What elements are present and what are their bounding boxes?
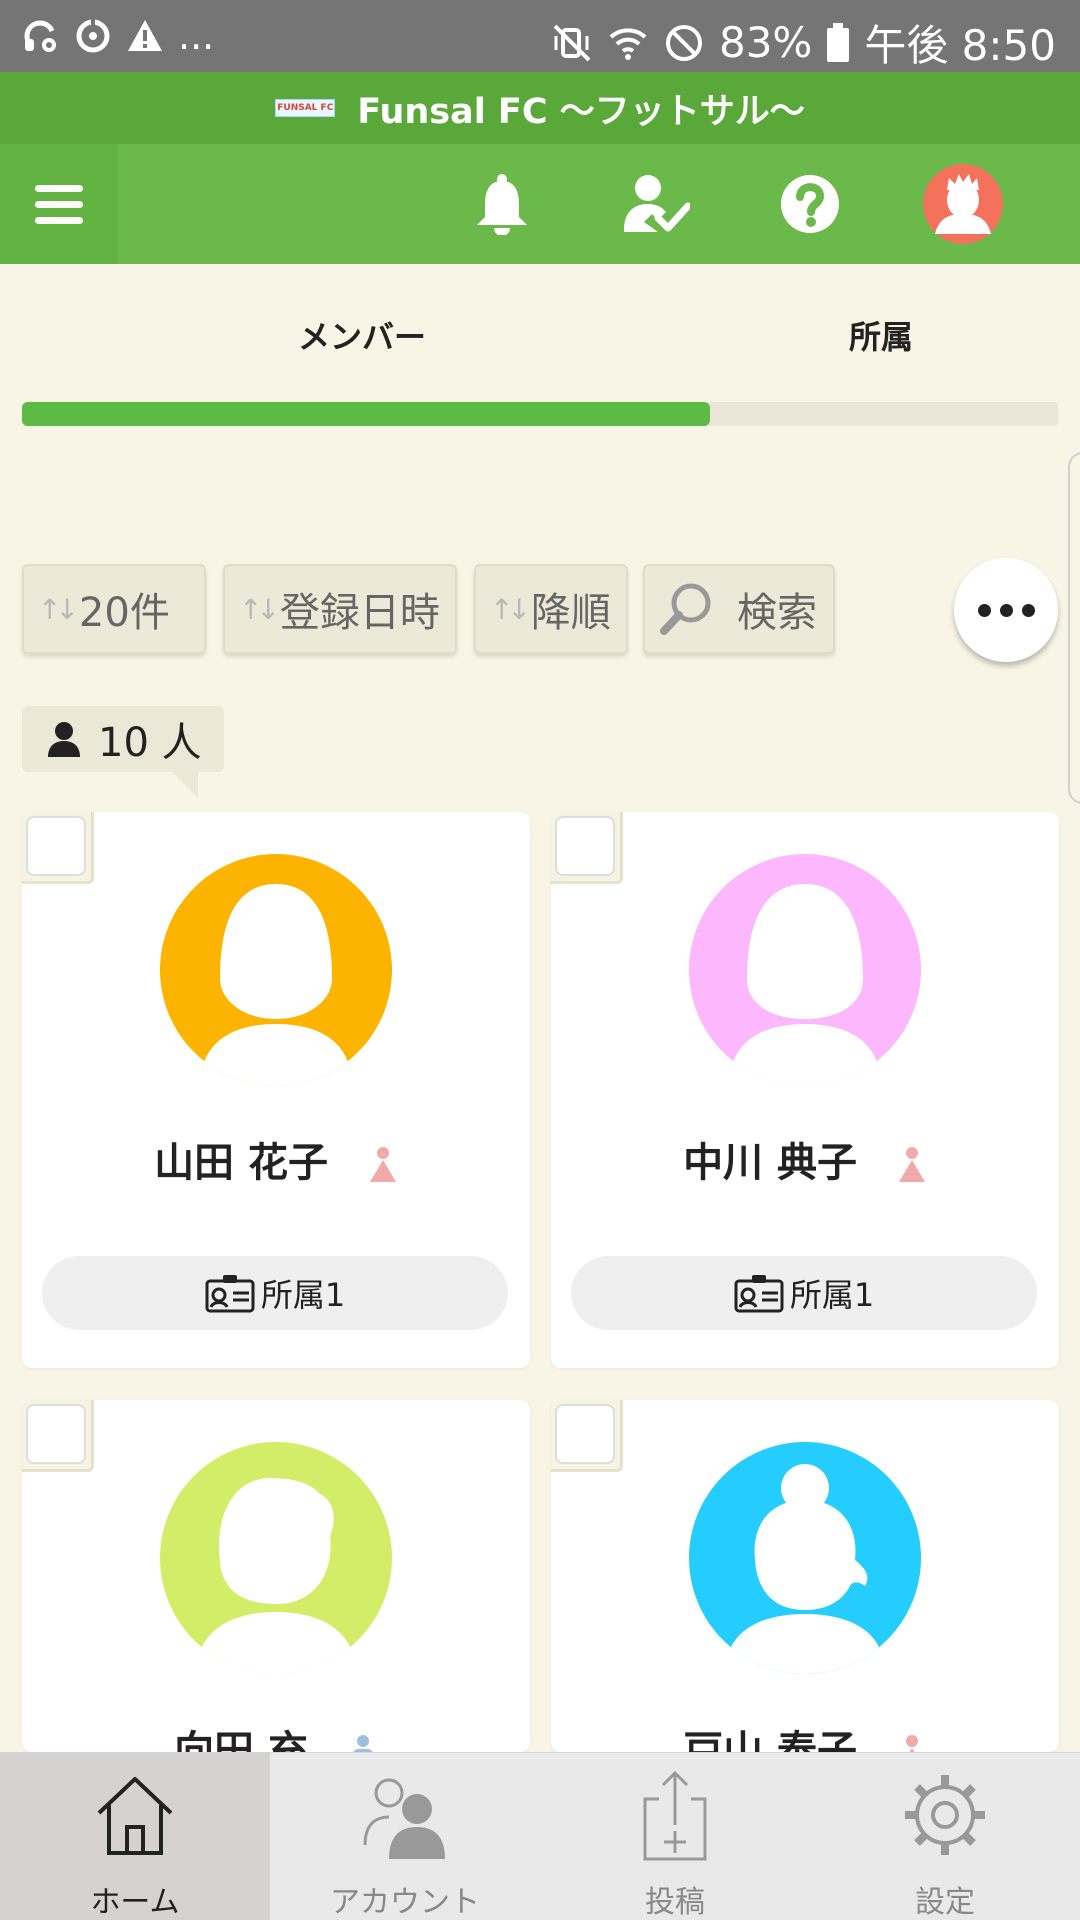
select-checkbox[interactable] (555, 1404, 615, 1464)
more-options-button[interactable] (954, 558, 1058, 662)
tab-indicator (22, 402, 710, 426)
female-icon (369, 1147, 396, 1182)
affiliation-chip[interactable]: 所属1 (42, 1256, 508, 1330)
select-checkbox[interactable] (555, 816, 615, 876)
notifications-button[interactable] (462, 144, 542, 264)
tab-members[interactable]: メンバー (298, 312, 426, 358)
vibrate-mute-icon (551, 22, 593, 64)
nav-post[interactable]: 投稿 (540, 1753, 810, 1920)
select-checkbox-frame (551, 1400, 623, 1472)
attendance-button[interactable] (614, 144, 700, 264)
nav-home-label: ホーム (90, 1885, 180, 1920)
avatar (923, 164, 1003, 244)
member-avatar (160, 1442, 392, 1674)
sort-field-button[interactable]: ↑↓ 登録日時 (223, 564, 457, 654)
female-icon (898, 1147, 925, 1182)
more-dot (999, 603, 1013, 617)
nav-account-label: アカウント (330, 1885, 480, 1920)
bell-icon (477, 174, 527, 235)
hamburger-icon (35, 176, 83, 233)
sort-order-button[interactable]: ↑↓ 降順 (474, 564, 628, 654)
page-size-button[interactable]: ↑↓ 20件 (22, 564, 206, 654)
member-card[interactable]: 戸山 泰子 (551, 1400, 1059, 1752)
sort-arrows-icon: ↑↓ (239, 592, 280, 626)
status-left: ... (22, 14, 214, 58)
select-checkbox[interactable] (26, 816, 86, 876)
sort-order-label: 降順 (530, 590, 611, 636)
id-card-icon (734, 1275, 784, 1313)
wifi-icon (607, 22, 649, 64)
user-check-icon (624, 175, 690, 232)
select-checkbox-frame (22, 812, 94, 884)
side-drawer-handle[interactable] (1068, 452, 1080, 804)
battery-icon (826, 22, 850, 63)
headset-settings-icon (22, 17, 60, 55)
post-icon (643, 1770, 707, 1861)
nav-post-label: 投稿 (645, 1885, 705, 1920)
bottom-navigation: ホーム アカウント 投稿 設定 (0, 1752, 1080, 1920)
member-count: 10 人 (98, 720, 202, 766)
status-bar: ... 83% 午後 8:50 (0, 0, 1080, 72)
member-avatar (160, 854, 392, 1086)
affiliation-chip[interactable]: 所属1 (571, 1256, 1037, 1330)
sort-field-label: 登録日時 (279, 590, 440, 636)
select-checkbox-frame (551, 812, 623, 884)
member-count-badge: 10 人 (22, 706, 224, 798)
battery-percent: 83% (718, 18, 813, 67)
search-icon (660, 583, 711, 635)
affiliation-label: 所属1 (260, 1276, 346, 1314)
member-name: 山田 花子 (154, 1140, 328, 1186)
toolbar (0, 144, 1080, 264)
clock: 午後 8:50 (864, 21, 1056, 70)
select-checkbox-frame (22, 1400, 94, 1472)
member-name: 向田 充 (174, 1728, 308, 1752)
help-button[interactable] (772, 144, 848, 264)
sync-icon (74, 17, 112, 55)
id-card-icon (205, 1275, 255, 1313)
account-icon (363, 1778, 445, 1859)
page-size-label: 20件 (78, 590, 170, 636)
nav-home[interactable]: ホーム (0, 1753, 270, 1920)
tab-bar: メンバー 所属 (0, 264, 1080, 426)
select-checkbox[interactable] (26, 1404, 86, 1464)
member-name-row: 中川 典子 (551, 1130, 1059, 1188)
member-avatar (689, 1442, 921, 1674)
home-icon (97, 1777, 173, 1855)
tab-affiliation[interactable]: 所属 (849, 312, 913, 358)
more-notifications: ... (178, 14, 215, 58)
status-right: 83% 午後 8:50 (551, 12, 1056, 73)
warning-icon (126, 17, 164, 55)
help-icon (781, 175, 839, 233)
member-card[interactable]: 山田 花子 所属1 (22, 812, 530, 1368)
search-label: 検索 (737, 590, 817, 636)
member-name-row: 向田 充 (22, 1718, 530, 1752)
more-dot (1021, 603, 1035, 617)
settings-icon (905, 1775, 985, 1855)
member-name-row: 戸山 泰子 (551, 1718, 1059, 1752)
member-card[interactable]: 中川 典子 所属1 (551, 812, 1059, 1368)
person-icon (48, 722, 80, 757)
team-logo: FUNSAL FC (275, 99, 336, 117)
profile-button[interactable] (922, 144, 1004, 264)
search-button[interactable]: 検索 (643, 564, 835, 654)
member-avatar (689, 854, 921, 1086)
nav-settings-label: 設定 (915, 1885, 975, 1920)
app-title-bar: FUNSAL FC Funsal FC 〜フットサル〜 (0, 72, 1080, 144)
member-name: 戸山 泰子 (683, 1728, 857, 1752)
menu-button[interactable] (0, 144, 118, 264)
male-icon (353, 1735, 373, 1752)
member-name-row: 山田 花子 (22, 1130, 530, 1188)
nav-account[interactable]: アカウント (270, 1753, 540, 1920)
member-card[interactable]: 向田 充 (22, 1400, 530, 1752)
sort-arrows-icon: ↑↓ (38, 592, 79, 626)
female-icon (905, 1735, 918, 1752)
affiliation-label: 所属1 (789, 1276, 875, 1314)
member-name: 中川 典子 (683, 1140, 857, 1186)
nav-settings[interactable]: 設定 (810, 1753, 1080, 1920)
sort-arrows-icon: ↑↓ (490, 592, 531, 626)
more-dot (977, 603, 991, 617)
app-title: Funsal FC 〜フットサル〜 (357, 91, 805, 132)
do-not-disturb-icon (663, 22, 705, 64)
